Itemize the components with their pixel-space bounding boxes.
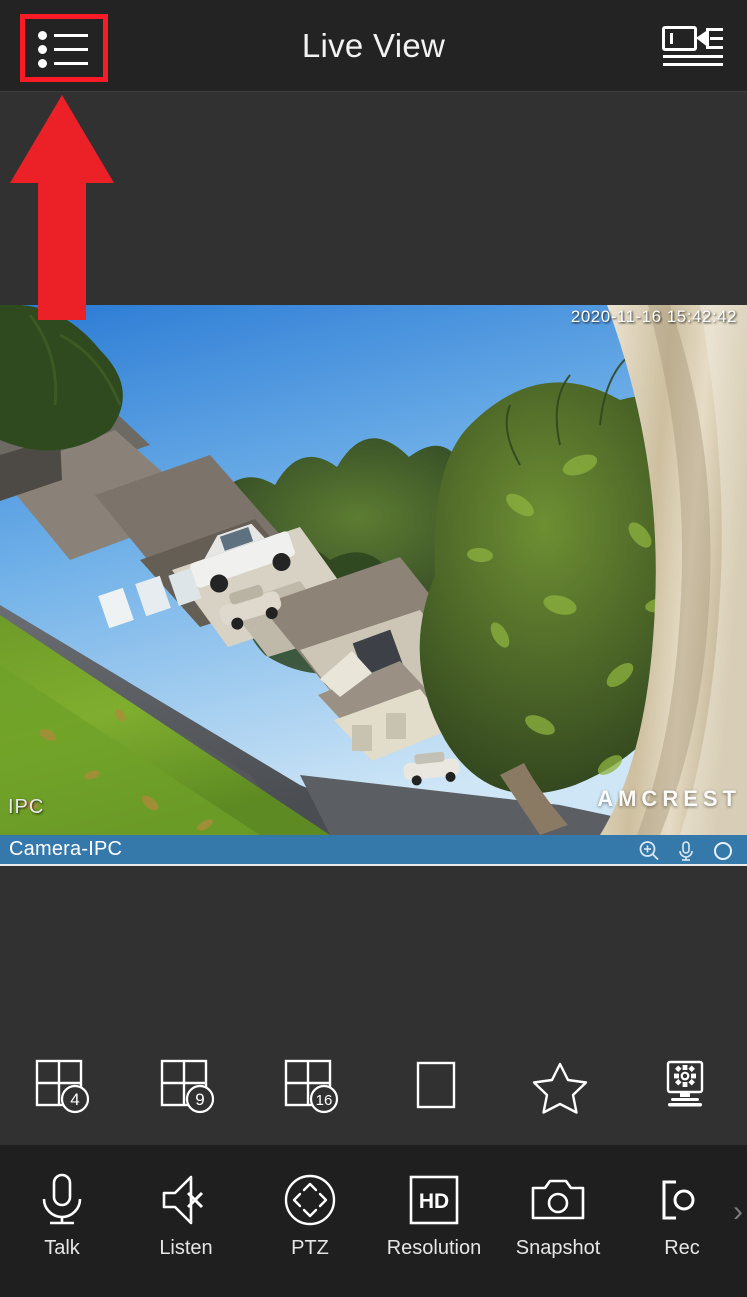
ptz-button[interactable]: PTZ [248,1145,372,1297]
device-settings-button[interactable] [623,1051,747,1121]
layout-4-button[interactable]: 4 [0,1051,125,1121]
tool-label: Listen [159,1237,213,1259]
video-pane[interactable]: 2020-11-16 15:42:42 IPC AMCREST [0,305,747,835]
zoom-in-icon[interactable] [638,840,660,862]
star-icon [533,1062,588,1114]
layout-toolbar: 4 9 16 [0,866,747,1145]
tool-label: PTZ [291,1237,329,1259]
layout-1-button[interactable] [374,1051,499,1121]
microphone-icon [36,1171,88,1229]
single-pane-icon [416,1061,455,1109]
bottom-toolbar: Talk Listen PTZ HD Resolution Snapshot R… [0,1145,747,1297]
grid-icon: 9 [160,1059,214,1114]
grid-icon: 4 [36,1059,90,1114]
talk-button[interactable]: Talk [0,1145,124,1297]
tool-label: Resolution [386,1237,482,1259]
record-button[interactable]: Rec [620,1145,744,1297]
video-channel-overlay: IPC [8,796,45,818]
toolbar-more-chevron-icon[interactable]: › [733,1197,743,1227]
snapshot-button[interactable]: Snapshot [496,1145,620,1297]
tool-label: Snapshot [515,1237,601,1259]
channel-bar: Camera-IPC [0,835,747,866]
camera-list-icon [662,23,724,69]
resolution-button[interactable]: HD Resolution [372,1145,496,1297]
layout-badge-9: 9 [195,1090,204,1109]
favorites-button[interactable] [498,1051,623,1121]
speaker-muted-icon [158,1171,214,1229]
video-timestamp: 2020-11-16 15:42:42 [570,307,737,326]
monitor-gear-icon [666,1060,703,1107]
live-view-screen: Live View 2020-11-16 15:42:42 IPC AMCRES… [0,0,747,1297]
microphone-icon[interactable] [676,840,696,862]
app-header: Live View [0,0,747,92]
live-video-stream [0,305,747,835]
video-brand-watermark: AMCREST [597,786,741,811]
record-icon [654,1171,710,1229]
channel-name: Camera-IPC [9,838,123,860]
layout-badge-4: 4 [71,1090,80,1109]
grid-icon: 16 [285,1059,339,1114]
camera-icon [530,1171,586,1229]
camera-list-button[interactable] [657,20,729,72]
listen-button[interactable]: Listen [124,1145,248,1297]
layout-badge-16: 16 [316,1092,333,1109]
tool-label: Rec [664,1237,700,1259]
layout-9-button[interactable]: 9 [125,1051,250,1121]
hd-icon: HD [408,1171,460,1229]
layout-16-button[interactable]: 16 [249,1051,374,1121]
toolbar-scroll-strip[interactable]: Talk Listen PTZ HD Resolution Snapshot R… [0,1145,744,1297]
page-title: Live View [301,27,446,64]
tool-label: Talk [44,1237,80,1259]
ptz-dpad-icon [282,1171,338,1229]
annotation-arrow-up [10,95,114,320]
record-circle-icon[interactable] [712,840,734,862]
svg-text:HD: HD [419,1190,449,1213]
